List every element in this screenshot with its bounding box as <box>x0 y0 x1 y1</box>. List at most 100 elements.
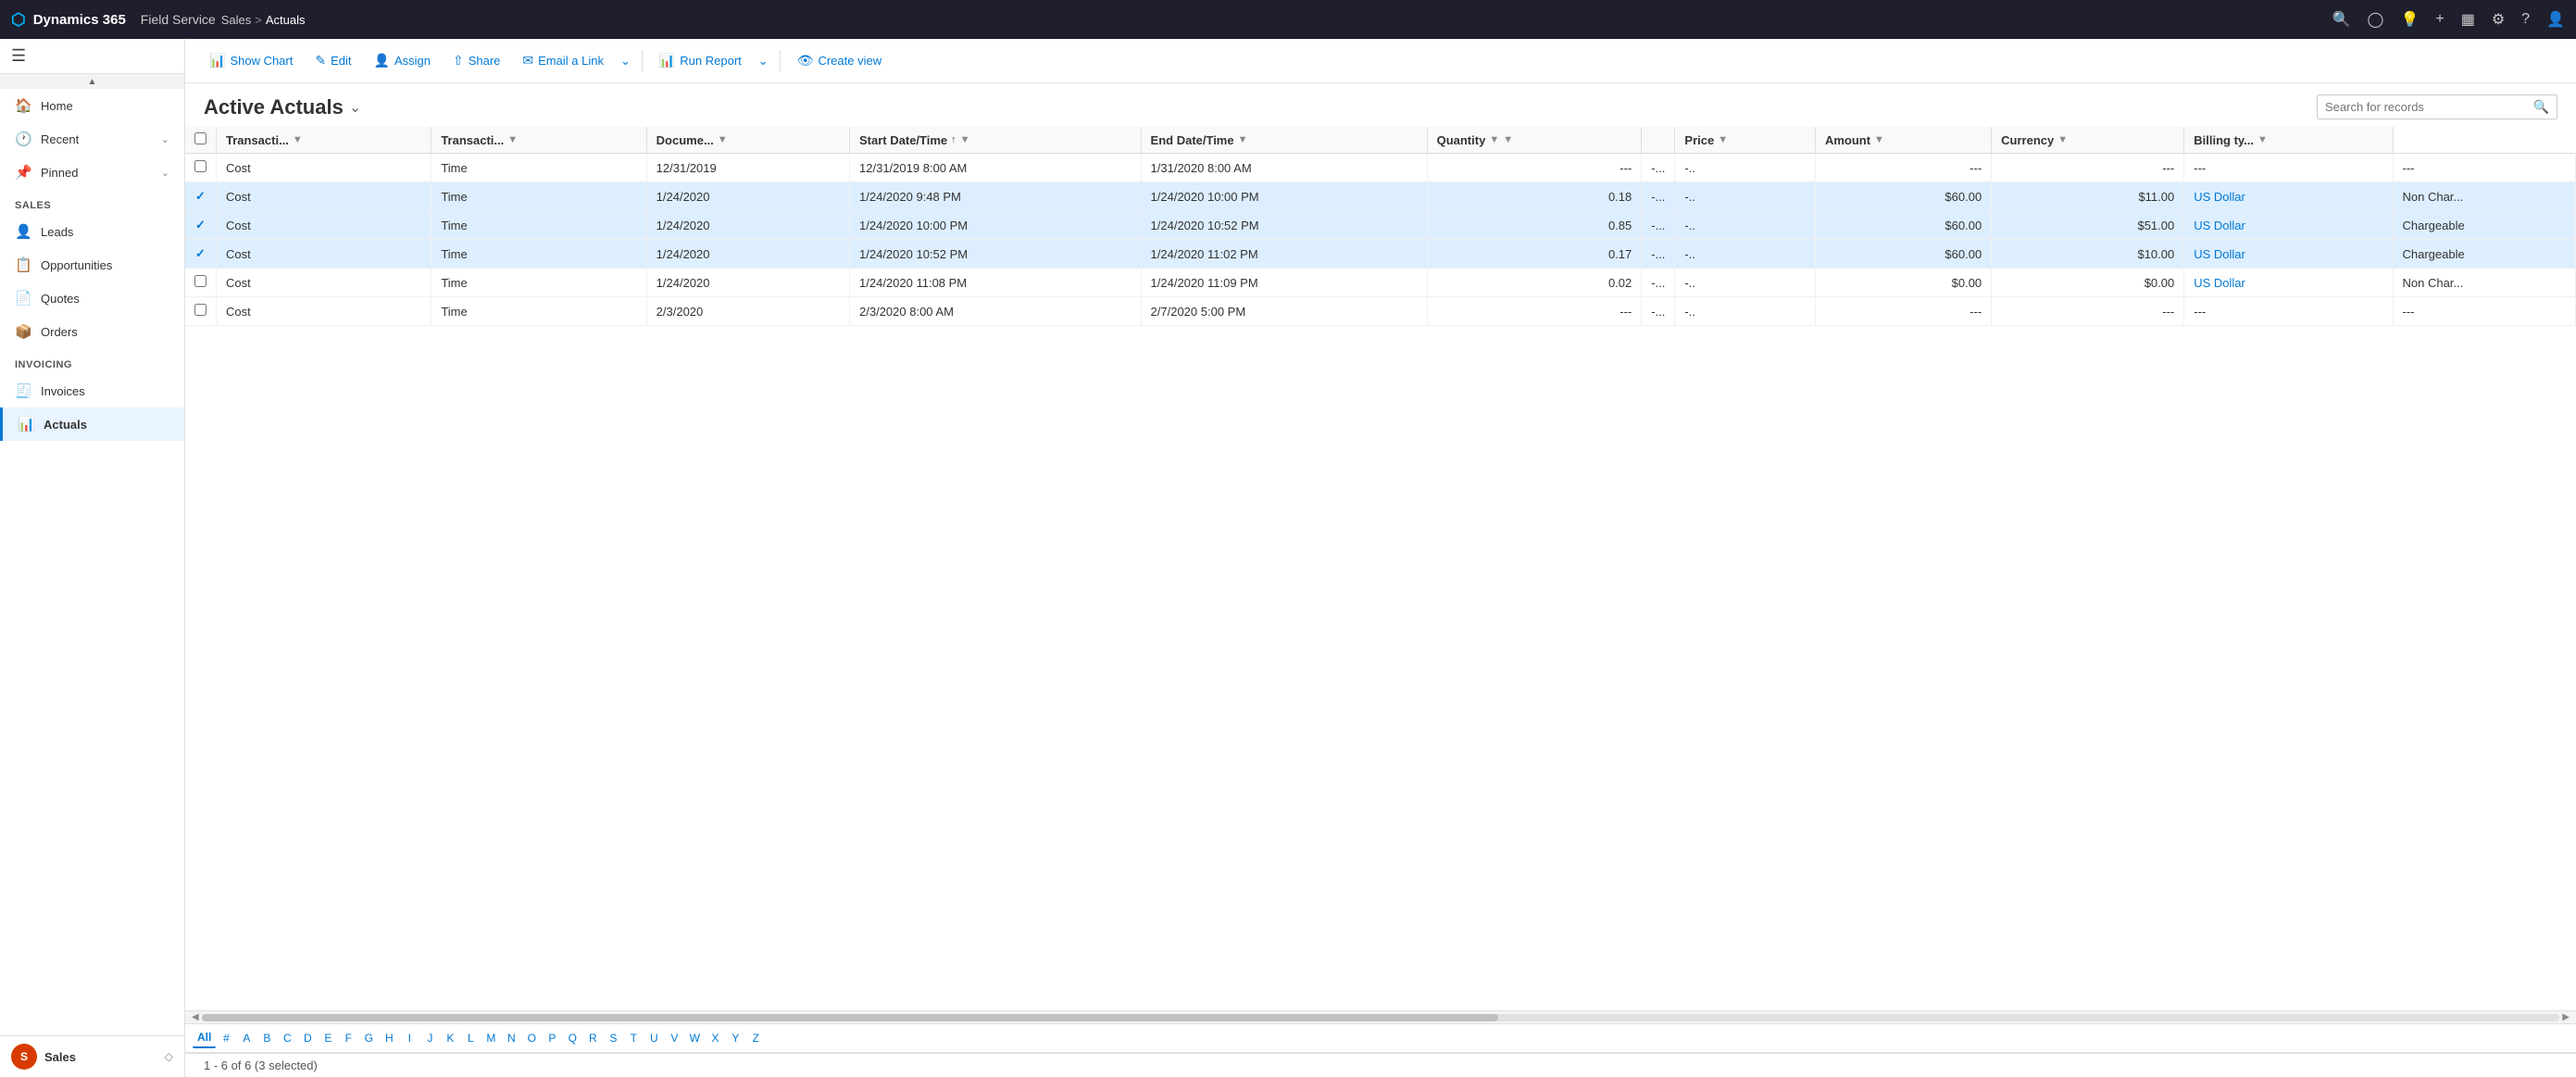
row-check-cell[interactable]: ✓ <box>185 240 217 269</box>
sidebar-item-pinned[interactable]: 📌 Pinned ⌄ <box>0 156 184 189</box>
filter-transaction-category-icon[interactable]: ▼ <box>507 134 518 145</box>
lightbulb-icon[interactable]: 💡 <box>2400 10 2419 29</box>
alpha-btn-b[interactable]: B <box>256 1029 277 1047</box>
sidebar-bottom-chevron-icon[interactable]: ◇ <box>165 1050 173 1063</box>
page-title-chevron-icon[interactable]: ⌄ <box>349 98 361 117</box>
brand[interactable]: ⬡ Dynamics 365 <box>11 10 126 30</box>
scroll-right-icon[interactable]: ▶ <box>2559 1012 2572 1022</box>
sort-start-datetime-icon[interactable]: ↑ <box>951 134 957 145</box>
row-checkbox[interactable] <box>194 275 206 287</box>
help-icon[interactable]: ? <box>2521 11 2530 28</box>
alpha-btn-u[interactable]: U <box>644 1029 664 1047</box>
breadcrumb-parent[interactable]: Sales <box>221 13 252 27</box>
edit-button[interactable]: ✎ Edit <box>306 48 360 73</box>
alpha-btn-l[interactable]: L <box>460 1029 481 1047</box>
col-check[interactable] <box>185 127 217 154</box>
table-row[interactable]: CostTime1/24/20201/24/2020 11:08 PM1/24/… <box>185 269 2576 297</box>
alpha-btn-q[interactable]: Q <box>562 1029 582 1047</box>
scroll-left-icon[interactable]: ◀ <box>189 1012 202 1022</box>
alpha-btn-y[interactable]: Y <box>725 1029 745 1047</box>
row-check-cell[interactable]: ✓ <box>185 211 217 240</box>
currency-cell[interactable]: US Dollar <box>2184 182 2393 211</box>
filter-billing-type-icon[interactable]: ▼ <box>2257 134 2268 145</box>
alpha-btn-o[interactable]: O <box>521 1029 542 1047</box>
sidebar-item-orders[interactable]: 📦 Orders <box>0 315 184 348</box>
alpha-btn-w[interactable]: W <box>684 1029 705 1047</box>
alpha-btn-#[interactable]: # <box>216 1029 236 1047</box>
filter-start-datetime-icon[interactable]: ▼ <box>960 134 970 145</box>
table-row[interactable]: ✓CostTime1/24/20201/24/2020 10:52 PM1/24… <box>185 240 2576 269</box>
scroll-thumb[interactable] <box>202 1014 1499 1021</box>
run-report-button[interactable]: 📊 Run Report <box>650 48 751 73</box>
currency-cell[interactable]: --- <box>2184 297 2393 326</box>
filter-price-icon[interactable]: ▼ <box>1718 134 1728 145</box>
sidebar-item-recent[interactable]: 🕐 Recent ⌄ <box>0 122 184 156</box>
alpha-btn-c[interactable]: C <box>277 1029 297 1047</box>
row-check-cell[interactable] <box>185 269 217 297</box>
sidebar-item-actuals[interactable]: 📊 Actuals <box>0 407 184 441</box>
filter-quantity-icon[interactable]: ▼ <box>1489 134 1499 145</box>
currency-cell[interactable]: US Dollar <box>2184 211 2393 240</box>
alpha-btn-m[interactable]: M <box>481 1029 501 1047</box>
filter-document-icon[interactable]: ▼ <box>718 134 728 145</box>
share-button[interactable]: ⇧ Share <box>444 48 509 73</box>
more-dropdown-button[interactable]: ⌄ <box>617 49 634 73</box>
row-check-cell[interactable] <box>185 297 217 326</box>
row-check-cell[interactable] <box>185 154 217 182</box>
table-row[interactable]: CostTime2/3/20202/3/2020 8:00 AM2/7/2020… <box>185 297 2576 326</box>
row-checkbox[interactable] <box>194 304 206 316</box>
email-link-button[interactable]: ✉ Email a Link <box>513 48 613 73</box>
sidebar-avatar[interactable]: S <box>11 1044 37 1070</box>
sidebar-item-quotes[interactable]: 📄 Quotes <box>0 282 184 315</box>
alpha-btn-v[interactable]: V <box>664 1029 684 1047</box>
alpha-btn-k[interactable]: K <box>440 1029 460 1047</box>
sidebar-item-opportunities[interactable]: 📋 Opportunities <box>0 248 184 282</box>
user-icon[interactable]: 👤 <box>2546 10 2565 29</box>
sidebar-scroll-up[interactable]: ▲ <box>0 74 184 89</box>
assign-button[interactable]: 👤 Assign <box>365 48 440 73</box>
alpha-btn-z[interactable]: Z <box>745 1029 766 1047</box>
row-check-cell[interactable]: ✓ <box>185 182 217 211</box>
filter-quantity-icon-2[interactable]: ▼ <box>1503 134 1513 145</box>
create-view-button[interactable]: 👁 Create view <box>788 48 891 73</box>
hamburger-icon[interactable]: ☰ <box>11 46 26 66</box>
alpha-btn-h[interactable]: H <box>379 1029 399 1047</box>
settings-icon[interactable]: ⚙ <box>2492 10 2505 29</box>
alpha-btn-x[interactable]: X <box>705 1029 725 1047</box>
filter-transaction-type-icon[interactable]: ▼ <box>293 134 303 145</box>
alpha-btn-d[interactable]: D <box>297 1029 318 1047</box>
sidebar-item-leads[interactable]: 👤 Leads <box>0 215 184 248</box>
alpha-btn-all[interactable]: All <box>193 1028 216 1048</box>
circle-check-icon[interactable]: ◯ <box>2368 10 2384 29</box>
filter-icon[interactable]: ▦ <box>2461 10 2475 29</box>
currency-cell[interactable]: US Dollar <box>2184 269 2393 297</box>
table-row[interactable]: ✓CostTime1/24/20201/24/2020 9:48 PM1/24/… <box>185 182 2576 211</box>
filter-end-datetime-icon[interactable]: ▼ <box>1238 134 1248 145</box>
alpha-btn-p[interactable]: P <box>542 1029 562 1047</box>
row-checkbox[interactable] <box>194 160 206 172</box>
search-icon[interactable]: 🔍 <box>2332 10 2351 29</box>
alpha-btn-f[interactable]: F <box>338 1029 358 1047</box>
currency-cell[interactable]: --- <box>2184 154 2393 182</box>
table-container[interactable]: Transacti... ▼ Transacti... ▼ <box>185 127 2576 1010</box>
horizontal-scrollbar[interactable]: ◀ ▶ <box>185 1010 2576 1023</box>
alpha-btn-s[interactable]: S <box>603 1029 623 1047</box>
alpha-btn-t[interactable]: T <box>623 1029 644 1047</box>
table-row[interactable]: CostTime12/31/201912/31/2019 8:00 AM1/31… <box>185 154 2576 182</box>
filter-amount-icon[interactable]: ▼ <box>1874 134 1884 145</box>
filter-currency-icon[interactable]: ▼ <box>2057 134 2068 145</box>
alpha-btn-r[interactable]: R <box>582 1029 603 1047</box>
alpha-btn-a[interactable]: A <box>236 1029 256 1047</box>
select-all-checkbox[interactable] <box>194 132 206 144</box>
alpha-btn-i[interactable]: I <box>399 1029 419 1047</box>
alpha-btn-e[interactable]: E <box>318 1029 338 1047</box>
alpha-btn-n[interactable]: N <box>501 1029 521 1047</box>
table-row[interactable]: ✓CostTime1/24/20201/24/2020 10:00 PM1/24… <box>185 211 2576 240</box>
show-chart-button[interactable]: 📊 Show Chart <box>200 48 302 73</box>
sidebar-item-invoices[interactable]: 🧾 Invoices <box>0 374 184 407</box>
run-report-dropdown-button[interactable]: ⌄ <box>755 49 772 73</box>
alpha-btn-g[interactable]: G <box>358 1029 379 1047</box>
alpha-btn-j[interactable]: J <box>419 1029 440 1047</box>
plus-icon[interactable]: + <box>2435 11 2444 28</box>
sidebar-item-home[interactable]: 🏠 Home <box>0 89 184 122</box>
